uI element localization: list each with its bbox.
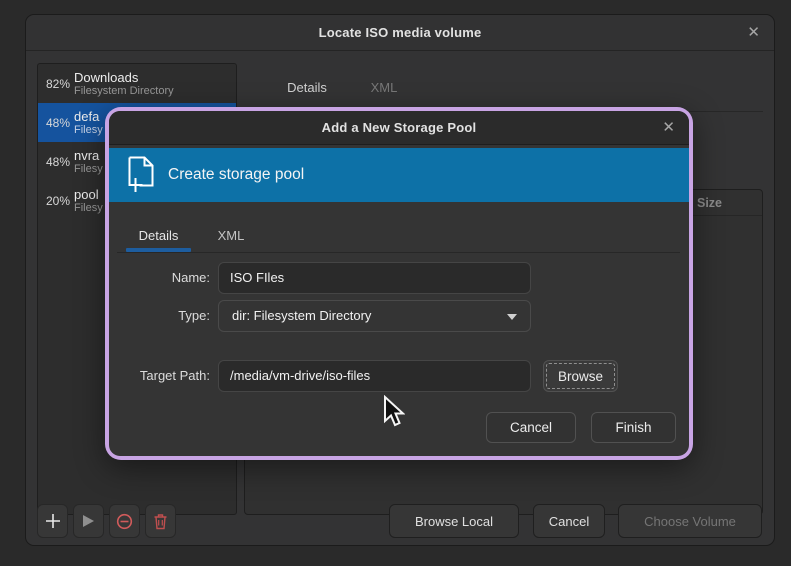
stop-pool-button[interactable] [109,504,140,538]
pool-usage-percent: 20% [38,194,74,208]
pool-row-downloads[interactable]: 82% Downloads Filesystem Directory [38,64,236,103]
dialog-close-icon[interactable]: ✕ [662,111,675,146]
dialog-titlebar[interactable]: Add a New Storage Pool ✕ [109,111,689,145]
stop-circle-icon [116,513,133,530]
play-icon [82,514,95,528]
close-icon[interactable]: ✕ [747,15,760,51]
dialog-banner-text: Create storage pool [168,166,304,184]
pool-name: pool [74,187,103,202]
plus-icon [45,513,61,529]
type-label: Type: [116,300,210,332]
pool-name: nvra [74,148,103,163]
type-dropdown[interactable]: dir: Filesystem Directory [218,300,531,332]
delete-pool-button[interactable] [145,504,176,538]
dialog-title: Add a New Storage Pool [109,111,689,145]
window-titlebar[interactable]: Locate ISO media volume ✕ [26,15,774,51]
browse-local-button[interactable]: Browse Local [389,504,519,538]
pool-type: Filesy [74,124,103,137]
target-path-input[interactable]: /media/vm-drive/iso-files [218,360,531,392]
dialog-banner: Create storage pool [109,148,689,202]
dialog-tabbar: Details XML [117,219,680,253]
tab-details[interactable]: Details [268,63,346,111]
mouse-cursor [381,395,405,431]
pool-name: Downloads [74,70,174,85]
pool-name: defa [74,109,103,124]
dialog-tab-xml[interactable]: XML [193,219,269,252]
trash-icon [153,513,168,530]
cancel-button[interactable]: Cancel [533,504,605,538]
name-label: Name: [116,262,210,294]
choose-volume-button[interactable]: Choose Volume [618,504,762,538]
pool-type: Filesystem Directory [74,85,174,98]
browse-button[interactable]: Browse [543,360,618,392]
tab-xml[interactable]: XML [348,63,420,111]
pool-usage-percent: 48% [38,116,74,130]
size-column-header[interactable]: Size [697,190,722,216]
start-pool-button[interactable] [73,504,104,538]
target-path-label: Target Path: [116,360,210,392]
pool-usage-percent: 82% [38,77,74,91]
dialog-finish-button[interactable]: Finish [591,412,676,443]
window-title: Locate ISO media volume [26,15,774,51]
pool-detail-tabbar: Details XML [244,63,763,112]
dialog-cancel-button[interactable]: Cancel [486,412,576,443]
new-document-icon [126,156,156,194]
dialog-tab-details[interactable]: Details [124,219,193,252]
pool-usage-percent: 48% [38,155,74,169]
active-tab-underline [126,248,191,252]
pool-type: Filesy [74,202,103,215]
name-input[interactable]: ISO FIles [218,262,531,294]
add-pool-button[interactable] [37,504,68,538]
pool-type: Filesy [74,163,103,176]
chevron-down-icon [507,314,517,320]
